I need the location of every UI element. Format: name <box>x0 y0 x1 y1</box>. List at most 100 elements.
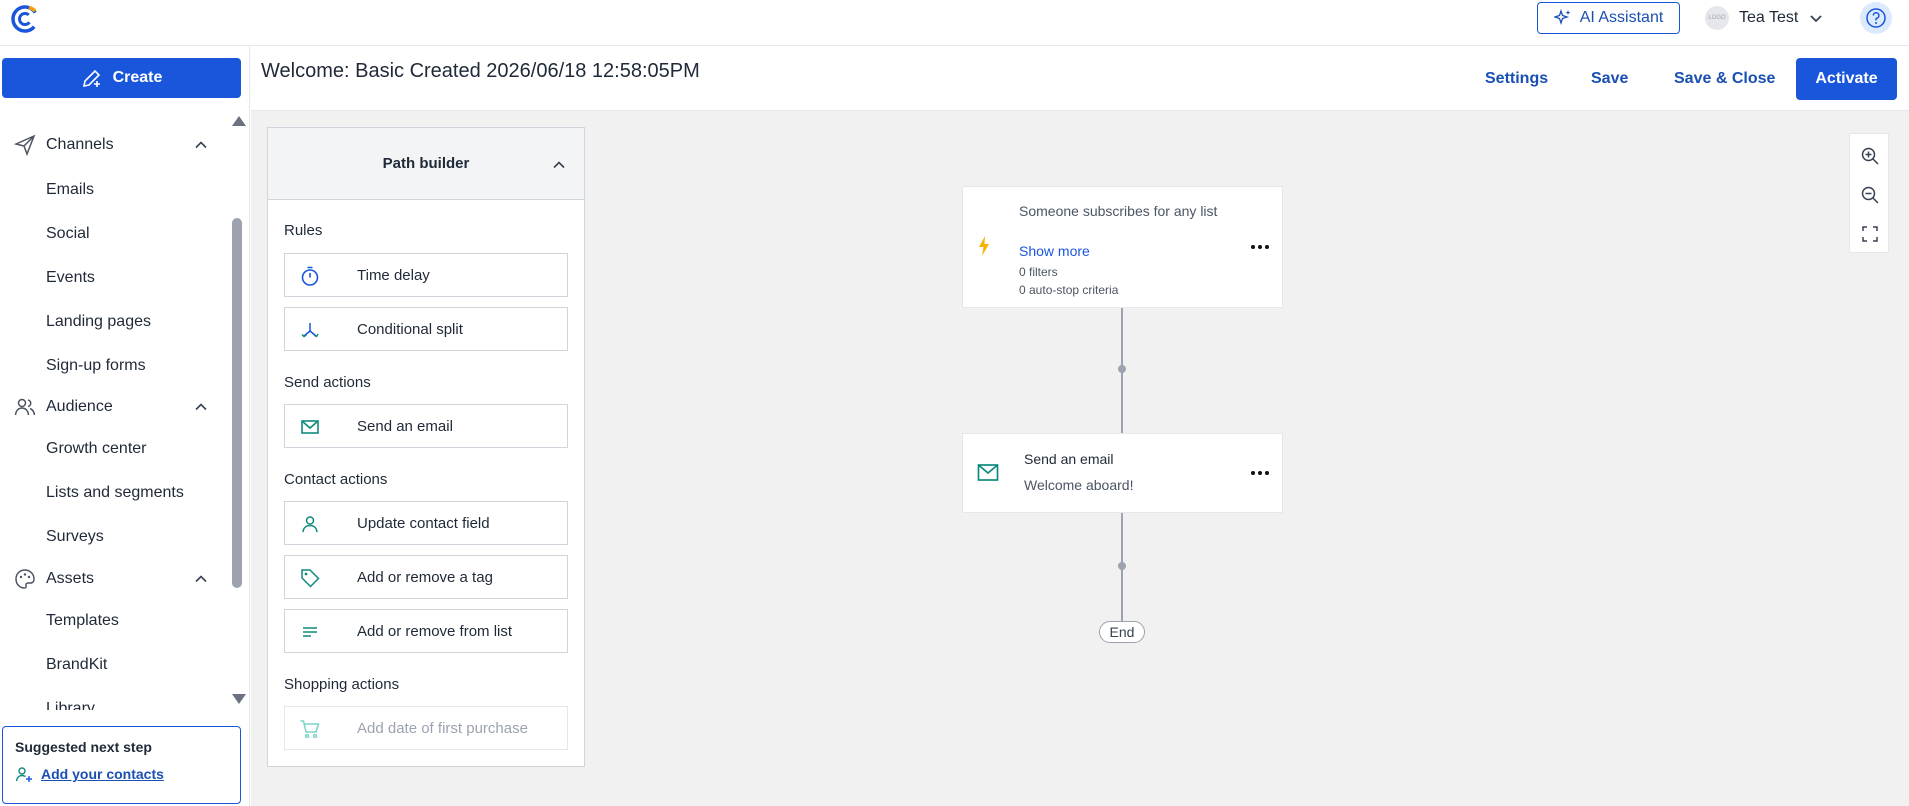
action-label: Add or remove from list <box>357 622 513 640</box>
split-arrows-icon <box>301 323 319 338</box>
suggested-next-step: Suggested next step Add your contacts <box>2 726 241 804</box>
scroll-down-arrow[interactable] <box>232 694 246 704</box>
nav-group-assets[interactable]: Assets <box>14 568 214 590</box>
action-add-remove-list[interactable]: Add or remove from list <box>284 609 568 653</box>
app-logo[interactable] <box>8 2 42 36</box>
add-contacts-label: Add your contacts <box>41 766 164 782</box>
trigger-title: Someone subscribes for any list <box>1019 203 1218 219</box>
paper-plane-icon <box>14 134 36 156</box>
palette-icon <box>15 569 35 589</box>
chevron-down-icon <box>1810 15 1822 23</box>
page-title: Welcome: Basic Created 2026/06/18 12:58:… <box>261 60 700 82</box>
action-update-contact-field[interactable]: Update contact field <box>284 501 568 545</box>
cart-icon <box>300 720 320 739</box>
sidebar-item-events[interactable]: Events <box>46 269 95 287</box>
nav-group-label: Assets <box>46 570 95 587</box>
person-icon <box>302 516 318 533</box>
save-close-button[interactable]: Save & Close <box>1674 60 1775 98</box>
help-button[interactable] <box>1860 2 1892 34</box>
add-step-dot[interactable] <box>1118 365 1126 373</box>
add-step-dot[interactable] <box>1118 562 1126 570</box>
action-label: Update contact field <box>357 514 490 532</box>
section-rules: Rules <box>284 222 323 239</box>
pencil-plus-icon <box>82 69 100 88</box>
save-button[interactable]: Save <box>1591 60 1628 98</box>
flow-end: End <box>1099 621 1145 643</box>
sidebar: Create Channels Emails Social Events Lan… <box>0 46 250 806</box>
sidebar-item-library[interactable]: Library <box>46 700 95 710</box>
sidebar-item-growth-center[interactable]: Growth center <box>46 440 146 458</box>
zoom-in-icon[interactable] <box>1860 146 1880 166</box>
account-logo: LOGO <box>1705 6 1729 30</box>
path-builder-title: Path builder <box>382 155 470 172</box>
more-options-icon[interactable] <box>1250 244 1270 250</box>
sidebar-item-templates[interactable]: Templates <box>46 612 119 630</box>
action-label: Time delay <box>357 266 430 284</box>
tag-icon <box>301 569 320 588</box>
action-add-remove-tag[interactable]: Add or remove a tag <box>284 555 568 599</box>
section-send-actions: Send actions <box>284 374 371 391</box>
nav-list[interactable]: Channels Emails Social Events Landing pa… <box>0 110 250 710</box>
suggested-next-step-title: Suggested next step <box>15 739 152 755</box>
list-icon <box>303 627 317 637</box>
sidebar-item-sign-up-forms[interactable]: Sign-up forms <box>46 357 146 375</box>
section-shopping-actions: Shopping actions <box>284 676 400 693</box>
sidebar-item-social[interactable]: Social <box>46 225 90 243</box>
lightning-icon <box>979 236 989 256</box>
account-menu[interactable]: LOGO Tea Test <box>1705 6 1824 30</box>
email-node-title: Send an email <box>1024 451 1114 467</box>
sidebar-scrollbar[interactable] <box>230 116 246 706</box>
scroll-thumb[interactable] <box>232 218 242 588</box>
fit-screen-icon[interactable] <box>1860 224 1880 244</box>
chevron-up-icon <box>195 141 207 149</box>
path-builder-panel: Path builder Rules Time delay Conditiona… <box>267 127 585 767</box>
action-label: Add or remove a tag <box>357 568 493 586</box>
path-builder-header[interactable]: Path builder <box>268 128 584 200</box>
nav-group-label: Audience <box>46 398 113 415</box>
action-conditional-split[interactable]: Conditional split <box>284 307 568 351</box>
zoom-out-icon[interactable] <box>1860 185 1880 205</box>
show-more-link[interactable]: Show more <box>1019 243 1090 259</box>
sidebar-item-surveys[interactable]: Surveys <box>46 528 104 546</box>
envelope-icon <box>301 420 319 434</box>
ai-assistant-label: AI Assistant <box>1579 9 1664 26</box>
action-label: Add date of first purchase <box>357 719 528 737</box>
action-add-date-first-purchase[interactable]: Add date of first purchase <box>284 706 568 750</box>
flow-canvas[interactable]: Path builder Rules Time delay Conditiona… <box>251 111 1909 806</box>
chevron-up-icon[interactable] <box>552 158 566 172</box>
scroll-up-arrow[interactable] <box>232 116 246 126</box>
envelope-icon <box>977 464 999 481</box>
action-label: Conditional split <box>357 320 463 338</box>
sparkle-icon <box>1553 9 1571 26</box>
sidebar-item-emails[interactable]: Emails <box>46 181 94 199</box>
editor-header: Welcome: Basic Created 2026/06/18 12:58:… <box>251 46 1909 111</box>
nav-group-label: Channels <box>46 136 114 153</box>
stopwatch-icon <box>301 266 319 286</box>
send-email-node[interactable]: Send an email Welcome aboard! <box>962 433 1283 513</box>
nav-group-audience[interactable]: Audience <box>14 396 214 418</box>
section-contact-actions: Contact actions <box>284 471 388 488</box>
create-label: Create <box>112 69 163 86</box>
add-contacts-link[interactable]: Add your contacts <box>15 765 228 783</box>
trigger-filters: 0 filters <box>1019 265 1058 279</box>
settings-button[interactable]: Settings <box>1485 60 1548 98</box>
help-icon <box>1866 8 1886 28</box>
add-user-icon <box>15 767 32 782</box>
sidebar-item-brandkit[interactable]: BrandKit <box>46 656 107 674</box>
top-bar: AI Assistant LOGO Tea Test <box>0 0 1909 46</box>
create-button[interactable]: Create <box>2 58 241 98</box>
action-send-email[interactable]: Send an email <box>284 404 568 448</box>
nav-group-channels[interactable]: Channels <box>14 134 214 156</box>
zoom-controls <box>1849 133 1889 253</box>
activate-button[interactable]: Activate <box>1796 58 1897 100</box>
ai-assistant-button[interactable]: AI Assistant <box>1537 2 1680 34</box>
chevron-up-icon <box>195 403 207 411</box>
action-time-delay[interactable]: Time delay <box>284 253 568 297</box>
sidebar-item-lists-and-segments[interactable]: Lists and segments <box>46 484 184 502</box>
trigger-auto-stop: 0 auto-stop criteria <box>1019 283 1119 297</box>
trigger-node[interactable]: Someone subscribes for any list Show mor… <box>962 186 1283 308</box>
account-name: Tea Test <box>1739 9 1799 26</box>
sidebar-item-landing-pages[interactable]: Landing pages <box>46 313 151 331</box>
more-options-icon[interactable] <box>1250 470 1270 476</box>
email-node-subject: Welcome aboard! <box>1024 477 1134 493</box>
